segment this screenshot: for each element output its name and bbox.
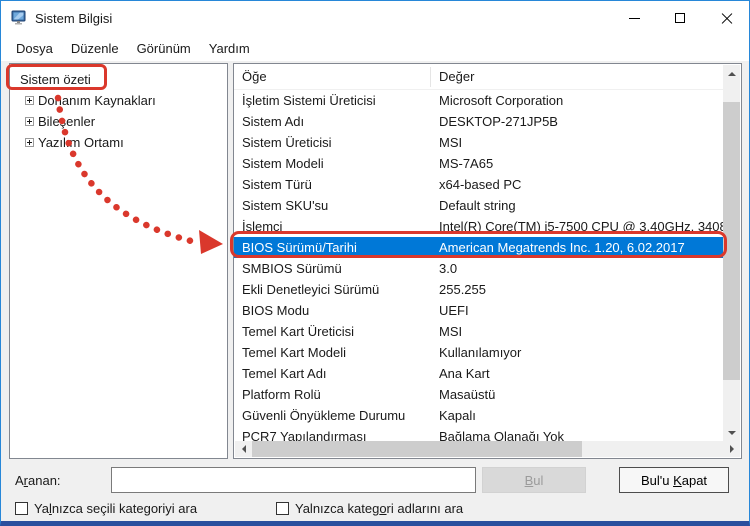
table-row[interactable]: Ekli Denetleyici Sürümü 255.255	[234, 279, 724, 300]
table-row[interactable]: İşletim Sistemi Üreticisi Microsoft Corp…	[234, 90, 724, 111]
tree-item-label: Donanım Kaynakları	[34, 93, 156, 108]
table-row[interactable]: Temel Kart Modeli Kullanılamıyor	[234, 342, 724, 363]
menu-item[interactable]: Dosya	[7, 37, 62, 60]
item-cell: Platform Rolü	[234, 387, 431, 402]
item-cell: İşletim Sistemi Üreticisi	[234, 93, 431, 108]
table-row[interactable]: PCR7 Yapılandırması Bağlama Olanağı Yok	[234, 426, 724, 442]
item-cell: SMBIOS Sürümü	[234, 261, 431, 276]
table-rows: İşletim Sistemi Üreticisi Microsoft Corp…	[234, 90, 724, 442]
scroll-up-icon[interactable]	[723, 65, 740, 82]
item-cell: Güvenli Önyükleme Durumu	[234, 408, 431, 423]
table-row[interactable]: Sistem Üreticisi MSI	[234, 132, 724, 153]
tree-item[interactable]: Donanım Kaynakları	[10, 90, 227, 111]
table-row[interactable]: Sistem Modeli MS-7A65	[234, 153, 724, 174]
search-input[interactable]	[111, 467, 476, 493]
table-header: Öğe Değer	[234, 64, 724, 90]
horizontal-scrollbar-thumb[interactable]	[252, 441, 582, 457]
value-cell: Ana Kart	[431, 366, 490, 381]
menu-bar: DosyaDüzenleGörünümYardım	[1, 35, 749, 61]
search-selected-category-option[interactable]: Yalnızca seçili kategoriyi ara	[15, 501, 197, 516]
search-category-names-option[interactable]: Yalnızca kategori adlarını ara	[276, 501, 463, 516]
tree-item-label: Sistem özeti	[16, 72, 91, 87]
value-cell: Intel(R) Core(TM) i5-7500 CPU @ 3.40GHz,…	[431, 219, 724, 234]
table-row[interactable]: Sistem Türü x64-based PC	[234, 174, 724, 195]
maximize-button[interactable]	[657, 1, 703, 35]
value-cell: Default string	[431, 198, 516, 213]
value-cell: 3.0	[431, 261, 457, 276]
table-row[interactable]: Güvenli Önyükleme Durumu Kapalı	[234, 405, 724, 426]
value-cell: x64-based PC	[431, 177, 521, 192]
close-icon	[721, 13, 732, 24]
horizontal-scrollbar[interactable]	[235, 441, 740, 457]
table-row[interactable]: BIOS Sürümü/Tarihi American Megatrends I…	[234, 237, 724, 258]
expand-plus-icon[interactable]	[25, 138, 34, 147]
tree-item[interactable]: Sistem özeti	[10, 69, 227, 90]
value-cell: Kapalı	[431, 408, 476, 423]
table-row[interactable]: SMBIOS Sürümü 3.0	[234, 258, 724, 279]
tree-item-label: Bileşenler	[34, 114, 95, 129]
value-cell: MS-7A65	[431, 156, 493, 171]
maximize-icon	[675, 13, 685, 23]
checkbox-label: Yalnızca kategori adlarını ara	[295, 501, 463, 516]
column-header-value[interactable]: Değer	[431, 69, 474, 84]
table-row[interactable]: Temel Kart Adı Ana Kart	[234, 363, 724, 384]
table-row[interactable]: Sistem SKU'su Default string	[234, 195, 724, 216]
details-table-panel: Öğe Değer İşletim Sistemi Üreticisi Micr…	[233, 63, 742, 459]
expand-plus-icon[interactable]	[25, 117, 34, 126]
tree-item[interactable]: Yazılım Ortamı	[10, 132, 227, 153]
title-bar: Sistem Bilgisi	[1, 1, 749, 35]
checkbox-icon[interactable]	[15, 502, 28, 515]
item-cell: Sistem Türü	[234, 177, 431, 192]
window-title: Sistem Bilgisi	[35, 11, 112, 26]
item-cell: Temel Kart Üreticisi	[234, 324, 431, 339]
table-row[interactable]: Temel Kart Üreticisi MSI	[234, 321, 724, 342]
system-info-app-icon	[11, 10, 27, 26]
item-cell: Sistem Üreticisi	[234, 135, 431, 150]
value-cell: UEFI	[431, 303, 469, 318]
scroll-down-icon[interactable]	[723, 424, 740, 441]
minimize-button[interactable]	[611, 1, 657, 35]
item-cell: Ekli Denetleyici Sürümü	[234, 282, 431, 297]
tree-item[interactable]: Bileşenler	[10, 111, 227, 132]
checkbox-label: Yalnızca seçili kategoriyi ara	[34, 501, 197, 516]
menu-item[interactable]: Yardım	[200, 37, 259, 60]
table-row[interactable]: Platform Rolü Masaüstü	[234, 384, 724, 405]
expand-plus-icon[interactable]	[25, 96, 34, 105]
find-button[interactable]: Bul	[482, 467, 586, 493]
value-cell: DESKTOP-271JP5B	[431, 114, 558, 129]
close-button[interactable]	[703, 1, 749, 35]
scroll-left-icon[interactable]	[235, 441, 252, 457]
item-cell: İşlemci	[234, 219, 431, 234]
item-cell: Sistem Modeli	[234, 156, 431, 171]
menu-item[interactable]: Görünüm	[128, 37, 200, 60]
system-information-window: Sistem Bilgisi DosyaDüzenleGörünümYardım…	[0, 0, 750, 526]
scroll-right-icon[interactable]	[723, 441, 740, 457]
vertical-scrollbar-thumb[interactable]	[723, 102, 740, 380]
vertical-scrollbar[interactable]	[723, 65, 740, 441]
item-cell: Temel Kart Modeli	[234, 345, 431, 360]
item-cell: BIOS Sürümü/Tarihi	[234, 240, 431, 255]
item-cell: Sistem SKU'su	[234, 198, 431, 213]
value-cell: Masaüstü	[431, 387, 495, 402]
item-cell: BIOS Modu	[234, 303, 431, 318]
value-cell: 255.255	[431, 282, 486, 297]
value-cell: MSI	[431, 135, 462, 150]
value-cell: Microsoft Corporation	[431, 93, 563, 108]
tree-item-label: Yazılım Ortamı	[34, 135, 124, 150]
table-row[interactable]: BIOS Modu UEFI	[234, 300, 724, 321]
item-cell: Sistem Adı	[234, 114, 431, 129]
value-cell: MSI	[431, 324, 462, 339]
value-cell: Kullanılamıyor	[431, 345, 521, 360]
menu-item[interactable]: Düzenle	[62, 37, 128, 60]
table-row[interactable]: İşlemci Intel(R) Core(TM) i5-7500 CPU @ …	[234, 216, 724, 237]
column-header-item[interactable]: Öğe	[234, 67, 431, 87]
category-tree-panel: Sistem özeti Donanım Kaynakları Bileşenl…	[9, 63, 228, 459]
minimize-icon	[629, 18, 640, 19]
table-row[interactable]: Sistem Adı DESKTOP-271JP5B	[234, 111, 724, 132]
search-label: Aranan:	[15, 473, 61, 488]
value-cell: American Megatrends Inc. 1.20, 6.02.2017	[431, 240, 685, 255]
checkbox-icon[interactable]	[276, 502, 289, 515]
item-cell: Temel Kart Adı	[234, 366, 431, 381]
close-find-button[interactable]: Bul'u Kapat	[619, 467, 729, 493]
